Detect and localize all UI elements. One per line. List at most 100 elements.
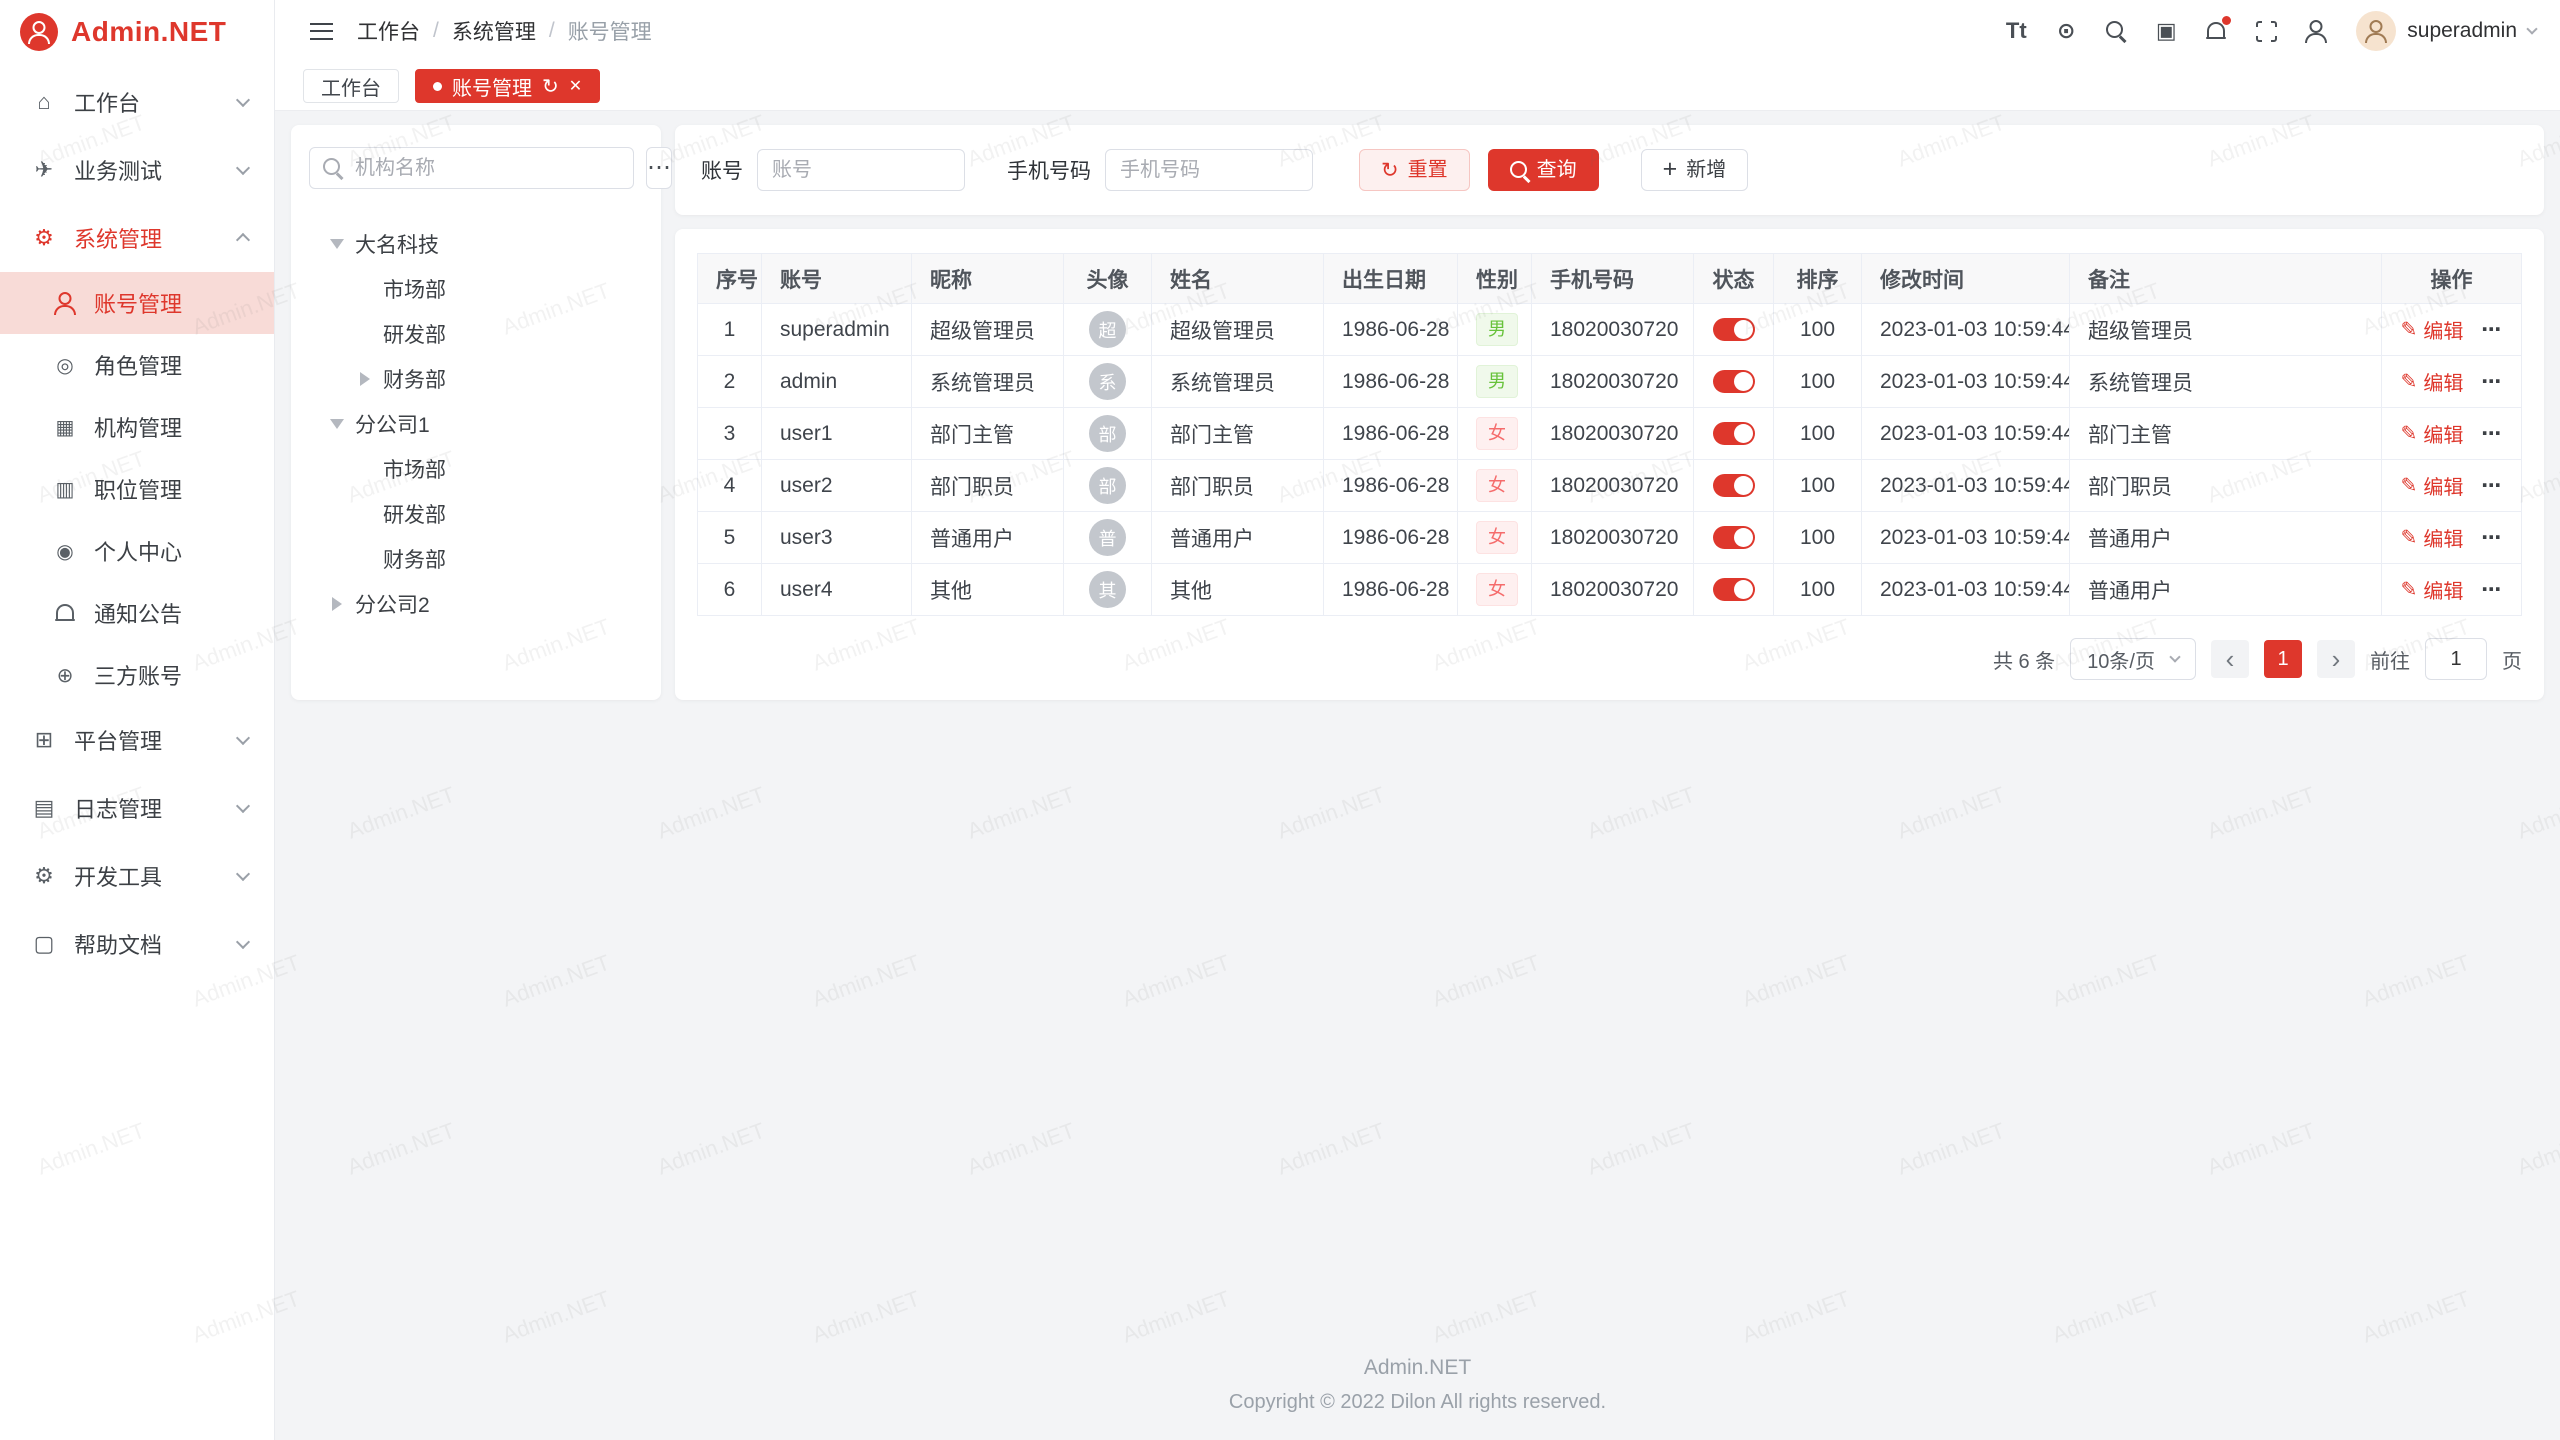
cell-modified: 2023-01-03 10:59:44 (1862, 304, 2070, 356)
chevron-down-icon (236, 161, 250, 175)
refresh-icon: ↻ (1381, 160, 1399, 181)
sidebar-subitem-角色管理[interactable]: ◎角色管理 (0, 334, 274, 396)
third-icon: ⊕ (52, 663, 78, 688)
cell-nickname: 部门职员 (912, 460, 1064, 512)
more-actions-button[interactable]: ⋯ (2481, 475, 2502, 497)
reset-button[interactable]: ↻ 重置 (1359, 149, 1470, 191)
sidebar-item-开发工具[interactable]: ⚙开发工具 (0, 842, 274, 910)
tab-工作台[interactable]: 工作台 (303, 69, 399, 103)
notification-bell-icon[interactable] (2194, 9, 2238, 53)
cell-modified: 2023-01-03 10:59:44 (1862, 356, 2070, 408)
search-button[interactable]: 查询 (1488, 149, 1599, 191)
cell-phone: 18020030720 (1532, 356, 1694, 408)
sidebar-subitem-个人中心[interactable]: ◉个人中心 (0, 520, 274, 582)
more-actions-button[interactable]: ⋯ (2481, 527, 2502, 549)
tree-node-研发部[interactable]: 研发部 (309, 491, 643, 536)
org-icon: ▦ (52, 415, 78, 440)
account-input[interactable] (757, 149, 965, 191)
breadcrumb: 工作台/系统管理/账号管理 (357, 16, 1980, 46)
sidebar-item-label: 日志管理 (74, 792, 238, 824)
prev-page-button[interactable]: ‹ (2211, 640, 2249, 678)
cell-avatar: 其 (1064, 564, 1152, 616)
more-actions-button[interactable]: ⋯ (2481, 579, 2502, 601)
sidebar-item-帮助文档[interactable]: ▢帮助文档 (0, 910, 274, 978)
sidebar-item-业务测试[interactable]: ✈业务测试 (0, 136, 274, 204)
component-size-icon[interactable]: ⊙ (2044, 9, 2088, 53)
edit-button[interactable]: ✎编辑 (2401, 367, 2464, 396)
tree-node-分公司2[interactable]: 分公司2 (309, 581, 643, 626)
status-toggle[interactable] (1713, 318, 1755, 341)
tree-node-市场部[interactable]: 市场部 (309, 446, 643, 491)
search-icon (1510, 161, 1528, 179)
username: superadmin (2407, 19, 2517, 43)
sidebar-item-工作台[interactable]: ⌂工作台 (0, 68, 274, 136)
sidebar-subitem-职位管理[interactable]: ▥职位管理 (0, 458, 274, 520)
more-actions-button[interactable]: ⋯ (2481, 371, 2502, 393)
sidebar-subitem-label: 职位管理 (94, 473, 182, 505)
edit-button[interactable]: ✎编辑 (2401, 471, 2464, 500)
close-icon[interactable]: ✕ (569, 76, 582, 96)
goto-label: 前往 (2370, 645, 2410, 674)
sidebar-item-系统管理[interactable]: ⚙系统管理 (0, 204, 274, 272)
fullscreen-icon[interactable] (2244, 9, 2288, 53)
search-icon[interactable] (2094, 9, 2138, 53)
more-actions-button[interactable]: ⋯ (2481, 319, 2502, 341)
hamburger-menu-icon[interactable] (299, 9, 343, 53)
sidebar-subitem-机构管理[interactable]: ▦机构管理 (0, 396, 274, 458)
search-icon (323, 158, 344, 179)
breadcrumb-item[interactable]: 工作台 (357, 16, 420, 46)
user-menu[interactable]: superadmin (2356, 11, 2536, 51)
user-profile-icon[interactable] (2294, 9, 2338, 53)
status-toggle[interactable] (1713, 422, 1755, 445)
theme-skin-icon[interactable]: ▣ (2144, 9, 2188, 53)
column-header-手机号码: 手机号码 (1532, 254, 1694, 304)
tree-node-市场部[interactable]: 市场部 (309, 266, 643, 311)
edit-button[interactable]: ✎编辑 (2401, 315, 2464, 344)
next-page-button[interactable]: › (2317, 640, 2355, 678)
status-toggle[interactable] (1713, 474, 1755, 497)
tab-账号管理[interactable]: 账号管理↻✕ (415, 69, 600, 103)
sidebar-subitem-label: 账号管理 (94, 287, 182, 319)
cell-status (1694, 564, 1774, 616)
status-toggle[interactable] (1713, 526, 1755, 549)
cell-account: admin (762, 356, 912, 408)
cell-name: 普通用户 (1152, 512, 1324, 564)
tree-node-大名科技[interactable]: 大名科技 (309, 221, 643, 266)
accounts-table: 序号账号昵称头像姓名出生日期性别手机号码状态排序修改时间备注操作 1supera… (697, 253, 2522, 616)
sidebar-item-日志管理[interactable]: ▤日志管理 (0, 774, 274, 842)
sidebar-subitem-三方账号[interactable]: ⊕三方账号 (0, 644, 274, 706)
goto-page-input[interactable] (2425, 638, 2487, 680)
edit-button[interactable]: ✎编辑 (2401, 523, 2464, 552)
tabs-bar: 工作台账号管理↻✕ (275, 62, 2560, 111)
font-size-icon[interactable]: Tt (1994, 9, 2038, 53)
table-row: 5user3普通用户普普通用户1986-06-28女18020030720100… (698, 512, 2522, 564)
add-button[interactable]: + 新增 (1641, 149, 1749, 191)
cell-nickname: 部门主管 (912, 408, 1064, 460)
tree-node-分公司1[interactable]: 分公司1 (309, 401, 643, 446)
tree-node-财务部[interactable]: 财务部 (309, 536, 643, 581)
refresh-icon[interactable]: ↻ (542, 74, 559, 99)
breadcrumb-item[interactable]: 系统管理 (452, 16, 536, 46)
edit-icon: ✎ (2401, 525, 2418, 550)
sidebar-subitem-账号管理[interactable]: 账号管理 (0, 272, 274, 334)
cell-status (1694, 460, 1774, 512)
sidebar-subitem-通知公告[interactable]: 通知公告 (0, 582, 274, 644)
edit-button[interactable]: ✎编辑 (2401, 419, 2464, 448)
org-more-button[interactable]: ⋯ (646, 147, 672, 189)
status-toggle[interactable] (1713, 370, 1755, 393)
role-icon: ◎ (52, 353, 78, 378)
page-size-value: 10条/页 (2087, 645, 2155, 674)
phone-input[interactable] (1105, 149, 1313, 191)
edit-button[interactable]: ✎编辑 (2401, 575, 2464, 604)
tree-node-财务部[interactable]: 财务部 (309, 356, 643, 401)
avatar: 部 (1089, 467, 1126, 504)
page-size-select[interactable]: 10条/页 (2070, 638, 2196, 680)
more-actions-button[interactable]: ⋯ (2481, 423, 2502, 445)
sidebar-item-平台管理[interactable]: ⊞平台管理 (0, 706, 274, 774)
org-search-input[interactable] (355, 157, 620, 180)
page-1-button[interactable]: 1 (2264, 640, 2302, 678)
column-header-头像: 头像 (1064, 254, 1152, 304)
breadcrumb-item[interactable]: 账号管理 (568, 16, 652, 46)
status-toggle[interactable] (1713, 578, 1755, 601)
tree-node-研发部[interactable]: 研发部 (309, 311, 643, 356)
